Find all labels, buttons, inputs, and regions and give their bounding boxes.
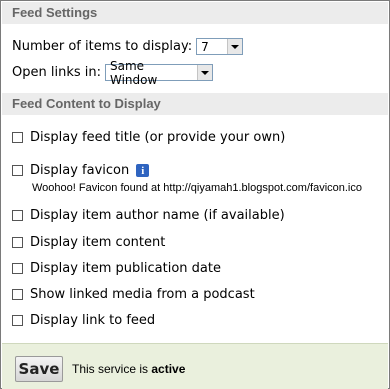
podcast-media-checkbox[interactable] bbox=[12, 289, 23, 300]
option-label: Show linked media from a podcast bbox=[30, 287, 255, 302]
status-value: active bbox=[151, 362, 186, 376]
status-prefix: This service is bbox=[72, 362, 149, 376]
option-label: Display feed title (or provide your own) bbox=[30, 130, 286, 145]
link-to-feed-checkbox[interactable] bbox=[12, 315, 23, 326]
footer-bar: Save This service is active bbox=[2, 343, 388, 389]
items-count-row: Number of items to display: 7 bbox=[12, 38, 244, 55]
item-content-checkbox[interactable] bbox=[12, 237, 23, 248]
service-status: This service is active bbox=[72, 362, 185, 376]
save-button[interactable]: Save bbox=[15, 356, 63, 382]
items-count-label: Number of items to display: bbox=[12, 39, 193, 54]
favicon-note: Woohoo! Favicon found at http://qiyamah1… bbox=[32, 182, 362, 194]
option-label: Display item author name (if available) bbox=[30, 208, 285, 223]
open-links-label: Open links in: bbox=[12, 65, 101, 80]
items-count-select[interactable]: 7 bbox=[196, 38, 244, 55]
publication-date-checkbox[interactable] bbox=[12, 263, 23, 274]
open-links-value: Same Window bbox=[109, 58, 158, 87]
open-links-row: Open links in: Same Window bbox=[12, 59, 213, 87]
option-author-name[interactable]: Display item author name (if available) bbox=[12, 208, 285, 223]
feed-settings-panel: Feed Settings Number of items to display… bbox=[0, 0, 390, 389]
option-link-to-feed[interactable]: Display link to feed bbox=[12, 313, 155, 328]
feed-title-checkbox[interactable] bbox=[12, 132, 23, 143]
chevron-down-icon[interactable] bbox=[196, 65, 212, 80]
option-favicon[interactable]: Display favicon i bbox=[12, 163, 150, 178]
open-links-select[interactable]: Same Window bbox=[104, 59, 213, 87]
option-item-content[interactable]: Display item content bbox=[12, 235, 165, 250]
chevron-down-icon[interactable] bbox=[227, 39, 243, 54]
author-name-checkbox[interactable] bbox=[12, 210, 23, 221]
option-label: Display favicon bbox=[30, 163, 130, 178]
option-label: Display link to feed bbox=[30, 313, 156, 328]
favicon-checkbox[interactable] bbox=[12, 165, 23, 176]
items-count-value: 7 bbox=[201, 39, 209, 54]
option-feed-title[interactable]: Display feed title (or provide your own) bbox=[12, 130, 285, 145]
option-label: Display item publication date bbox=[30, 261, 221, 276]
option-label: Display item content bbox=[30, 235, 166, 250]
option-podcast-media[interactable]: Show linked media from a podcast bbox=[12, 287, 255, 302]
info-icon[interactable]: i bbox=[136, 164, 150, 177]
feed-content-heading: Feed Content to Display bbox=[2, 93, 388, 115]
option-publication-date[interactable]: Display item publication date bbox=[12, 261, 221, 276]
feed-settings-heading: Feed Settings bbox=[2, 2, 388, 24]
